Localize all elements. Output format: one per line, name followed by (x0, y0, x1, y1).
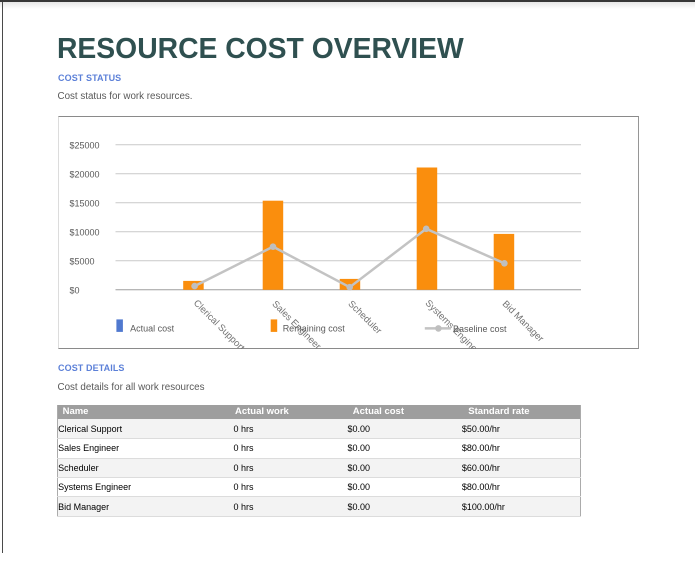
svg-text:$5000: $5000 (70, 256, 95, 266)
svg-text:Bid Manager: Bid Manager (500, 299, 546, 345)
svg-text:Scheduler: Scheduler (346, 299, 384, 337)
svg-text:$10000: $10000 (70, 227, 100, 237)
svg-text:$25000: $25000 (70, 140, 100, 150)
svg-text:Actual cost: Actual cost (130, 323, 175, 333)
svg-text:Clerical Support: Clerical Support (191, 298, 247, 349)
svg-text:Remaining cost: Remaining cost (283, 323, 346, 333)
svg-text:$15000: $15000 (70, 198, 100, 208)
svg-text:$0: $0 (70, 285, 80, 295)
svg-text:$20000: $20000 (70, 169, 100, 179)
svg-text:Baseline cost: Baseline cost (453, 324, 507, 334)
